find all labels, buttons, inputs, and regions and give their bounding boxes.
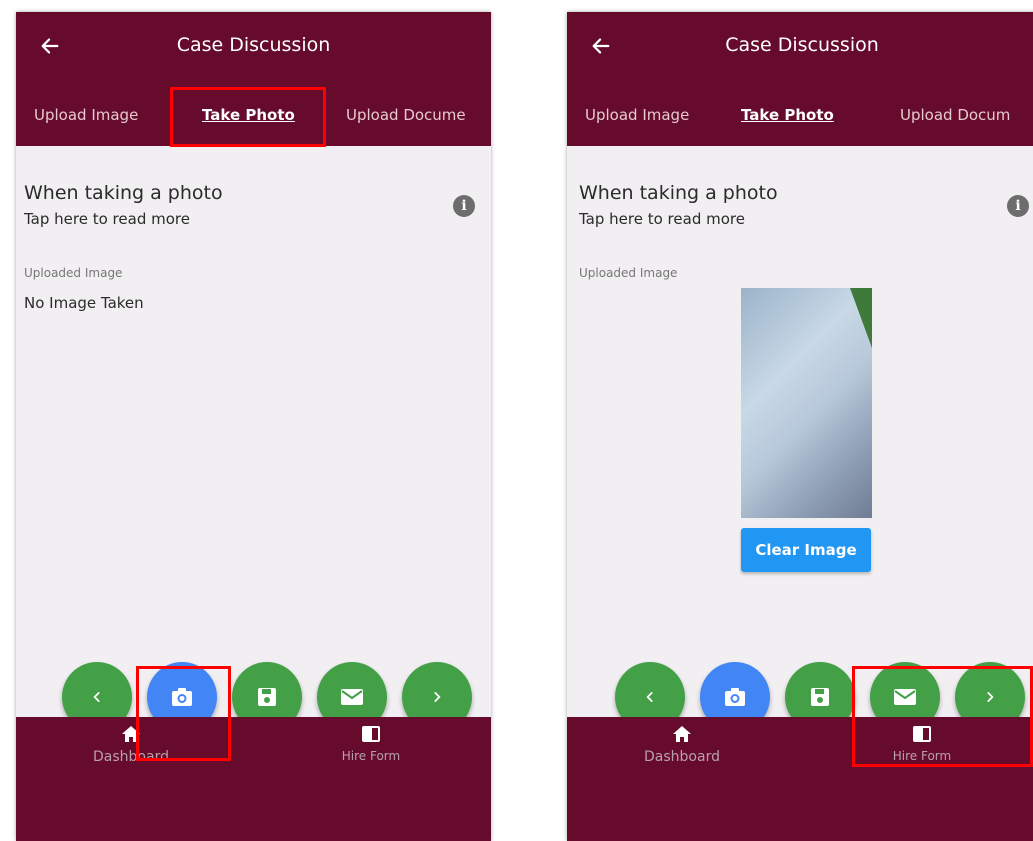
nav-dashboard-label: Dashboard (644, 749, 720, 765)
floppy-icon (258, 688, 276, 706)
info-icon[interactable]: i (453, 195, 475, 217)
bottom-navigation: Dashboard Hire Form (16, 717, 491, 841)
highlight-camera-button (136, 666, 231, 761)
read-more-link[interactable]: Tap here to read more (579, 210, 745, 228)
app-header: Case Discussion Upload Image Take Photo … (567, 12, 1033, 146)
back-button[interactable] (36, 32, 64, 60)
photo-corner-detail (850, 288, 872, 348)
floppy-icon (811, 688, 829, 706)
highlight-email-next-buttons (852, 666, 1033, 767)
highlight-take-photo-tab (170, 87, 326, 147)
nav-dashboard[interactable]: Dashboard (627, 725, 737, 765)
clear-image-button[interactable]: Clear Image (741, 528, 871, 572)
chevron-left-icon (93, 692, 100, 702)
chevron-left-icon (646, 692, 653, 702)
tab-take-photo[interactable]: Take Photo (741, 106, 834, 124)
tab-upload-image[interactable]: Upload Image (585, 106, 689, 124)
back-button[interactable] (587, 32, 615, 60)
tab-upload-image[interactable]: Upload Image (34, 106, 138, 124)
tab-upload-document[interactable]: Upload Docume (346, 106, 466, 124)
read-more-link[interactable]: Tap here to read more (24, 210, 190, 228)
info-title: When taking a photo (579, 182, 778, 204)
image-status-text: No Image Taken (24, 294, 144, 312)
mail-icon (341, 689, 363, 705)
uploaded-image-label: Uploaded Image (24, 266, 123, 280)
page-title: Case Discussion (725, 34, 879, 56)
nav-hire-form-label: Hire Form (341, 749, 401, 763)
tab-upload-document[interactable]: Upload Docum (900, 106, 1010, 124)
camera-icon (725, 688, 745, 706)
page-title: Case Discussion (176, 34, 331, 56)
info-title: When taking a photo (24, 182, 223, 204)
form-icon (362, 726, 380, 742)
arrow-left-icon (41, 38, 59, 54)
uploaded-image-label: Uploaded Image (579, 266, 678, 280)
nav-hire-form[interactable]: Hire Form (316, 725, 426, 763)
arrow-left-icon (592, 38, 610, 54)
uploaded-photo-preview (741, 288, 872, 518)
info-icon[interactable]: i (1007, 195, 1029, 217)
home-icon (673, 726, 691, 742)
chevron-right-icon (434, 692, 441, 702)
